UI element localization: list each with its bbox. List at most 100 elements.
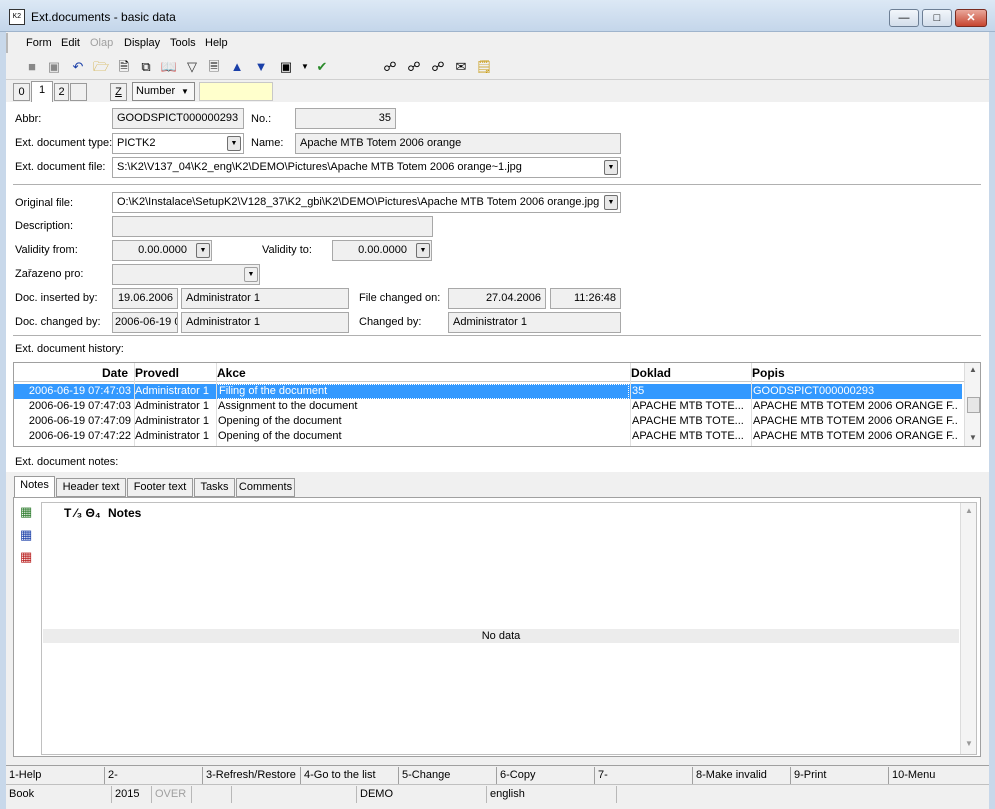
fkey-8[interactable]: 8-Make invalid xyxy=(692,767,790,784)
status-year: 2015 xyxy=(112,786,152,803)
arrow-down-icon[interactable]: ▼ xyxy=(252,59,270,75)
column-provedl[interactable]: Provedl xyxy=(135,366,179,380)
tab-comments[interactable]: Comments xyxy=(236,478,295,497)
description-field[interactable] xyxy=(112,216,433,237)
fkey-4[interactable]: 4-Go to the list xyxy=(300,767,398,784)
fkey-6[interactable]: 6-Copy xyxy=(496,767,594,784)
save-icon[interactable]: ■ xyxy=(23,59,41,75)
tab-tasks[interactable]: Tasks xyxy=(194,478,235,497)
delete-note-icon[interactable]: ▦ xyxy=(20,549,32,565)
menu-bar: Form Edit Olap Display Tools Help xyxy=(6,33,989,53)
desc-label: Description: xyxy=(15,220,74,232)
scroll-down-icon[interactable]: ▼ xyxy=(965,739,973,748)
table-row[interactable]: 2006-06-19 07:47:03 Administrator 1 Fili… xyxy=(14,384,962,399)
fkey-9[interactable]: 9-Print xyxy=(790,767,888,784)
tab-footer-text[interactable]: Footer text xyxy=(127,478,193,497)
binoculars-prev-icon[interactable]: ☍ xyxy=(429,59,447,75)
history-grid[interactable]: Date Provedl Akce Doklad Popis 2006-06-1… xyxy=(13,362,981,447)
notes-icon[interactable]: 🗒 xyxy=(475,59,493,75)
scroll-up-icon[interactable]: ▲ xyxy=(965,506,973,515)
column-popis[interactable]: Popis xyxy=(752,366,785,380)
fkey-7[interactable]: 7- xyxy=(594,767,692,784)
divider xyxy=(13,335,981,336)
cell-provedl: Administrator 1 xyxy=(135,430,209,442)
changed-by-label: Changed by: xyxy=(359,316,422,328)
scroll-down-icon[interactable]: ▼ xyxy=(969,433,977,442)
zarazeno-select[interactable] xyxy=(112,264,260,285)
abbr-label: Abbr: xyxy=(15,113,42,125)
camera-icon[interactable]: ▣ xyxy=(277,59,295,75)
new-document-icon[interactable]: 🗎 xyxy=(115,59,133,75)
edit-note-icon[interactable]: ▦ xyxy=(20,527,32,543)
type-dropdown-button[interactable]: ▼ xyxy=(227,136,241,151)
add-note-icon[interactable]: ▦ xyxy=(20,504,32,520)
copy-icon[interactable]: ⧉ xyxy=(137,59,155,75)
column-akce[interactable]: Akce xyxy=(217,366,246,380)
filter-icon[interactable]: ▽ xyxy=(183,59,201,75)
validity-to-dropdown[interactable]: ▼ xyxy=(416,243,430,258)
dropdown-icon[interactable]: ▼ xyxy=(296,59,314,75)
tab-header-text[interactable]: Header text xyxy=(56,478,126,497)
validity-from-dropdown[interactable]: ▼ xyxy=(196,243,210,258)
column-doklad[interactable]: Doklad xyxy=(631,366,671,380)
type-select[interactable]: PICTK2 xyxy=(112,133,244,154)
history-scrollbar[interactable]: ▲ ▼ xyxy=(964,363,980,446)
file-select[interactable]: S:\K2\V137_04\K2_eng\K2\DEMO\Pictures\Ap… xyxy=(112,157,621,178)
fkey-10[interactable]: 10-Menu xyxy=(888,767,989,784)
fkey-2[interactable]: 2- xyxy=(104,767,202,784)
tab-0[interactable]: 0 xyxy=(13,83,30,101)
minimize-button[interactable]: — xyxy=(889,9,919,27)
open-folder-icon[interactable]: 🗁 xyxy=(92,59,110,75)
book-icon[interactable]: 📖 xyxy=(160,59,178,75)
changed-date: 2006-06-19 0 xyxy=(112,312,178,333)
cell-provedl: Administrator 1 xyxy=(135,415,209,427)
save-all-icon[interactable]: ▣ xyxy=(45,59,63,75)
scroll-thumb[interactable] xyxy=(967,397,980,413)
window-title: Ext.documents - basic data xyxy=(31,10,176,24)
status-empty-2 xyxy=(232,786,357,803)
notes-scrollbar[interactable]: ▲ ▼ xyxy=(960,503,976,754)
notes-grid[interactable]: T ⁄₃ Θ₄ Notes No data ▲ ▼ xyxy=(41,502,977,755)
close-button[interactable]: ✕ xyxy=(955,9,987,27)
z-button[interactable]: Z xyxy=(110,83,127,101)
quick-search-input[interactable] xyxy=(199,82,273,101)
orig-file-select[interactable]: O:\K2\Instalace\SetupK2\V128_37\K2_gbi\K… xyxy=(112,192,621,213)
history-label: Ext. document history: xyxy=(15,343,124,355)
table-row[interactable]: 2006-06-19 07:47:22 Administrator 1 Open… xyxy=(14,429,962,444)
binoculars-next-icon[interactable]: ☍ xyxy=(405,59,423,75)
file-dropdown-button[interactable]: ▼ xyxy=(604,160,618,175)
envelope-icon[interactable]: ✉ xyxy=(452,59,470,75)
table-row[interactable]: 2006-06-19 07:47:09 Administrator 1 Open… xyxy=(14,414,962,429)
column-notes[interactable]: Notes xyxy=(108,506,141,520)
binoculars-icon[interactable]: ☍ xyxy=(381,59,399,75)
abbr-field[interactable]: GOODSPICT000000293 xyxy=(112,108,244,129)
arrow-up-icon[interactable]: ▲ xyxy=(228,59,246,75)
menu-edit[interactable]: Edit xyxy=(61,37,80,49)
document-filter-icon[interactable]: 🗏 xyxy=(205,59,223,75)
cell-popis: APACHE MTB TOTEM 2006 ORANGE F... xyxy=(753,400,958,412)
fkey-5[interactable]: 5-Change xyxy=(398,767,496,784)
orig-dropdown-button[interactable]: ▼ xyxy=(604,195,618,210)
tab-1[interactable]: 1 xyxy=(31,81,53,102)
undo-icon[interactable]: ↶ xyxy=(69,59,87,75)
export-icon[interactable]: ✔ xyxy=(313,59,331,75)
name-label: Name: xyxy=(251,137,284,149)
maximize-button[interactable]: □ xyxy=(922,9,952,27)
fkey-1[interactable]: 1-Help xyxy=(6,767,104,784)
no-field[interactable]: 35 xyxy=(295,108,396,129)
zarazeno-dropdown[interactable]: ▼ xyxy=(244,267,258,282)
menu-help[interactable]: Help xyxy=(205,37,228,49)
notes-header-symbols: T ⁄₃ Θ₄ xyxy=(64,506,101,520)
menu-form[interactable]: Form xyxy=(26,37,52,49)
tab-notes[interactable]: Notes xyxy=(14,476,55,498)
scroll-up-icon[interactable]: ▲ xyxy=(969,365,977,374)
menu-display[interactable]: Display xyxy=(124,37,160,49)
name-field[interactable]: Apache MTB Totem 2006 orange xyxy=(295,133,621,154)
column-date[interactable]: Date xyxy=(102,366,128,380)
table-row[interactable]: 2006-06-19 07:47:03 Administrator 1 Assi… xyxy=(14,399,962,414)
tab-9[interactable] xyxy=(70,83,87,101)
menu-tools[interactable]: Tools xyxy=(170,37,196,49)
tab-2[interactable]: 2 xyxy=(54,83,69,101)
fkey-3[interactable]: 3-Refresh/Restore xyxy=(202,767,300,784)
sort-select[interactable]: Number ▼ xyxy=(132,82,195,101)
